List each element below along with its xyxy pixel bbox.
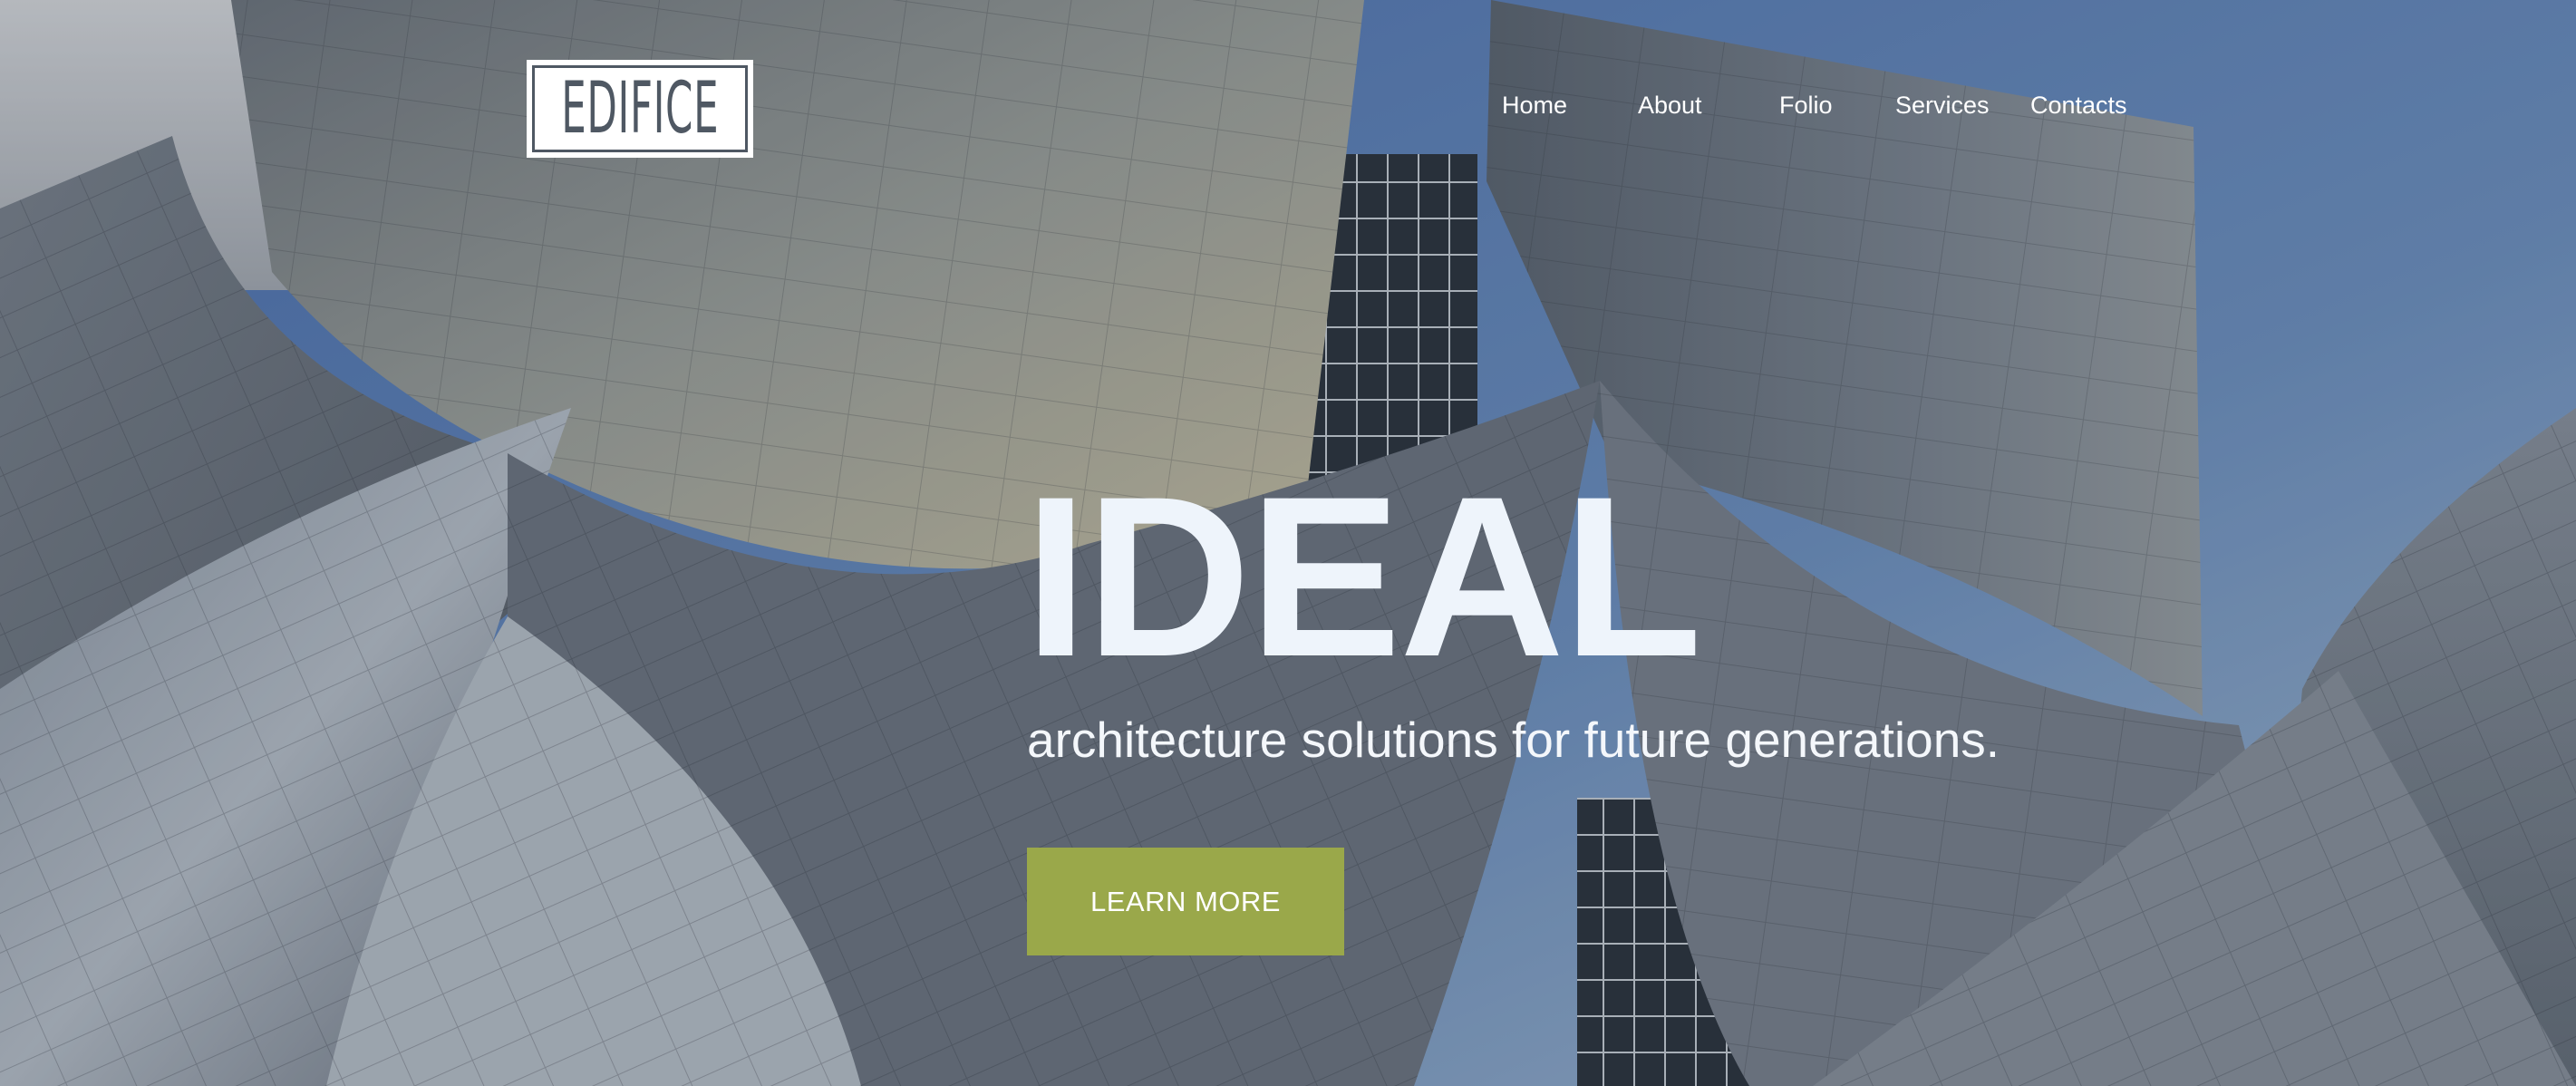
hero-title: IDEAL bbox=[1024, 450, 1702, 704]
nav-item-about[interactable]: About bbox=[1638, 87, 1702, 123]
learn-more-button[interactable]: LEARN MORE bbox=[1027, 848, 1344, 955]
main-navigation: Home About Folio Services Contacts bbox=[0, 87, 2576, 123]
nav-item-folio[interactable]: Folio bbox=[1779, 87, 1833, 123]
nav-item-home[interactable]: Home bbox=[1502, 87, 1567, 123]
nav-item-services[interactable]: Services bbox=[1895, 87, 1990, 123]
nav-item-contacts[interactable]: Contacts bbox=[2030, 87, 2127, 123]
hero-subtitle: architecture solutions for future genera… bbox=[1027, 712, 2000, 768]
